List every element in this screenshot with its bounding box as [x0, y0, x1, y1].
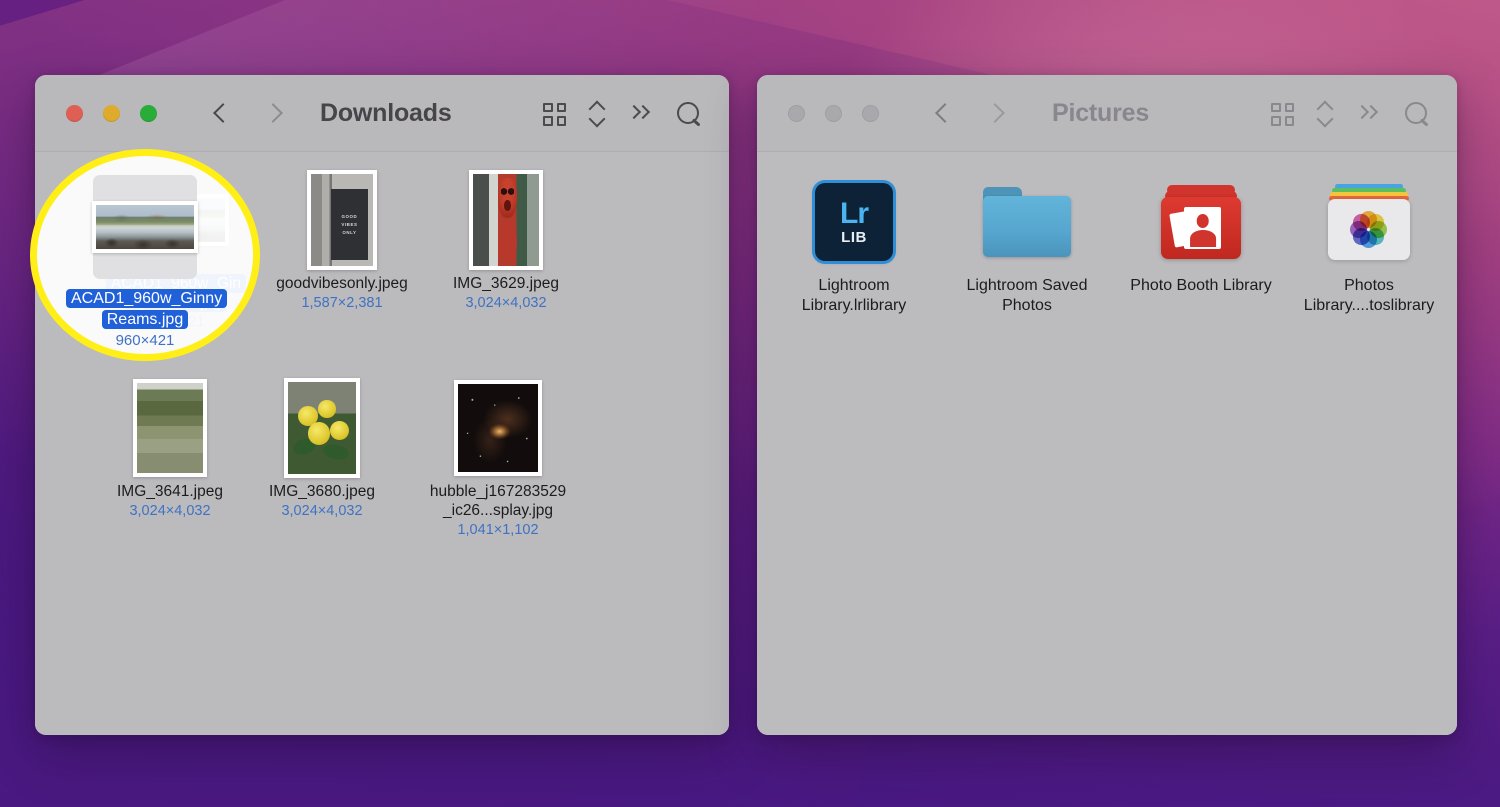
photo-frame — [92, 201, 198, 253]
photos-pinwheel-icon — [1348, 209, 1390, 251]
lightroom-badge-primary: Lr — [840, 199, 868, 229]
photo-frame — [454, 380, 542, 476]
file-dimensions-label: 3,024×4,032 — [247, 502, 397, 521]
grid-view-icon[interactable] — [543, 103, 566, 126]
photos-library-icon — [1326, 184, 1412, 260]
thumbnail-img3641 — [95, 374, 245, 482]
file-item-img3641[interactable]: IMG_3641.jpeg 3,024×4,032 — [95, 374, 245, 521]
thumbnail-lightroom-saved-photos — [942, 168, 1112, 276]
file-name-label: IMG_3680.jpeg — [247, 482, 397, 501]
thumbnail-goodvibesonly: GOODVIBESONLY — [267, 166, 417, 274]
sort-chevrons-icon[interactable] — [1318, 101, 1332, 127]
titlebar-pictures[interactable]: Pictures — [757, 75, 1457, 152]
file-item-lightroom-library[interactable]: Lr LIB Lightroom Library.lrlibrary — [769, 168, 939, 316]
yellow-flowers-photo — [288, 382, 356, 474]
file-item-photo-booth-library[interactable]: Photo Booth Library — [1116, 168, 1286, 296]
photo-frame: GOODVIBESONLY — [307, 170, 377, 270]
photo-frame — [469, 170, 543, 270]
thumbnail-hubble — [423, 374, 573, 482]
mural-face — [498, 178, 516, 218]
search-icon[interactable] — [1404, 101, 1430, 127]
file-item-lightroom-saved-photos[interactable]: Lightroom Saved Photos — [942, 168, 1112, 316]
photo-frame — [133, 379, 207, 477]
photo-frame — [284, 378, 360, 478]
titlebar-downloads[interactable]: Downloads — [35, 75, 729, 152]
file-item-goodvibesonly[interactable]: GOODVIBESONLY goodvibesonly.jpeg 1,587×2… — [267, 166, 417, 313]
file-name-label: hubble_j167283529_ic26...splay.jpg — [423, 482, 573, 520]
good-vibes-only-sign-photo: GOODVIBESONLY — [311, 174, 373, 266]
grid-view-icon[interactable] — [1271, 103, 1294, 126]
file-name-label: Lightroom Saved Photos — [942, 276, 1112, 316]
blue-folder-icon — [983, 187, 1071, 257]
thumbnail-img3629 — [431, 166, 581, 274]
icon-grid-pictures: Lr LIB Lightroom Library.lrlibrary Light… — [757, 152, 1457, 166]
red-face-mural-photo — [473, 174, 539, 266]
file-item-hubble[interactable]: hubble_j167283529_ic26...splay.jpg 1,041… — [423, 374, 573, 540]
file-dimensions-label: 1,041×1,102 — [423, 521, 573, 540]
highlight-content: ACAD1_960w_GinnyReams.jpg 960×421 — [37, 156, 253, 354]
sort-chevrons-icon[interactable] — [590, 101, 604, 127]
file-name-label: Photos Library....toslibrary — [1279, 276, 1457, 316]
more-chevrons-icon[interactable] — [1356, 103, 1380, 125]
thumbnail-photo-booth-library — [1116, 168, 1286, 276]
file-dimensions-label: 1,587×2,381 — [267, 294, 417, 313]
finder-window-pictures[interactable]: Pictures Lr LIB Lightroom Library.lrlibr… — [757, 75, 1457, 735]
file-name-label: Lightroom Library.lrlibrary — [769, 276, 939, 316]
highlighted-file-name-label: ACAD1_960w_GinnyReams.jpg — [62, 288, 228, 330]
toolbar-right-downloads — [543, 101, 702, 127]
lightroom-library-icon: Lr LIB — [815, 183, 893, 261]
highlight-annotation-circle: ACAD1_960w_GinnyReams.jpg 960×421 — [30, 149, 260, 361]
search-icon[interactable] — [676, 101, 702, 127]
file-name-label: IMG_3629.jpeg — [431, 274, 581, 293]
file-area-pictures[interactable]: Lr LIB Lightroom Library.lrlibrary Light… — [757, 152, 1457, 735]
file-name-label: IMG_3641.jpeg — [95, 482, 245, 501]
landscape-lake-photo — [96, 205, 194, 249]
file-name-label: Photo Booth Library — [1116, 276, 1286, 296]
sign-board: GOODVIBESONLY — [331, 189, 368, 261]
mural-face-reflection — [498, 220, 516, 260]
file-item-photos-library[interactable]: Photos Library....toslibrary — [1279, 168, 1457, 316]
toolbar-right-pictures — [1271, 101, 1430, 127]
thumbnail-lightroom-library: Lr LIB — [769, 168, 939, 276]
file-item-img3680[interactable]: IMG_3680.jpeg 3,024×4,032 — [247, 374, 397, 521]
file-dimensions-label: 3,024×4,032 — [95, 502, 245, 521]
thumbnail-photos-library — [1279, 168, 1457, 276]
lightroom-badge-secondary: LIB — [841, 230, 867, 245]
hubble-nebula-photo — [458, 384, 538, 472]
file-dimensions-label: 3,024×4,032 — [431, 294, 581, 313]
file-name-label: goodvibesonly.jpeg — [267, 274, 417, 293]
thumbnail-img3680 — [247, 374, 397, 482]
file-item-img3629[interactable]: IMG_3629.jpeg 3,024×4,032 — [431, 166, 581, 313]
photo-booth-library-icon — [1159, 185, 1243, 259]
more-chevrons-icon[interactable] — [628, 103, 652, 125]
green-field-photo — [137, 383, 203, 473]
highlighted-thumbnail — [93, 175, 197, 279]
